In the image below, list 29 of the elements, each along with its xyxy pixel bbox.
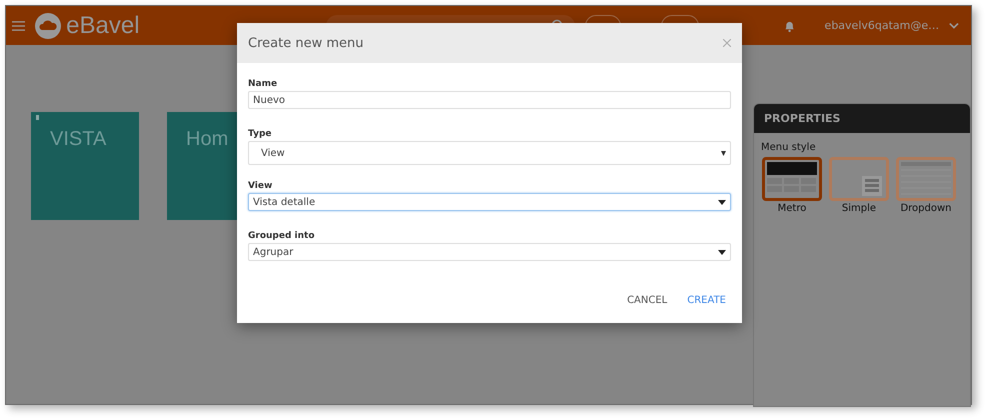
field-label: Name [248,79,278,89]
chevron-down-icon[interactable] [949,22,959,30]
caret-icon [718,250,726,254]
style-thumbnail[interactable] [829,157,889,201]
app-logo: eBavel [66,12,140,40]
select-field[interactable]: Vista detalle [248,193,731,211]
style-label: Dropdown [900,203,952,214]
cloud-logo-icon [35,12,62,38]
cancel-button[interactable]: CANCEL [621,293,674,308]
select-field[interactable]: View [248,141,731,165]
menu-icon[interactable] [12,20,26,32]
panel-title: PROPERTIES [754,104,970,133]
style-thumbnail[interactable] [762,157,822,201]
close-icon[interactable] [723,39,731,47]
caret-icon [718,200,726,204]
input-field[interactable]: Nuevo [248,91,731,109]
create-button[interactable]: CREATE [681,293,732,308]
style-label: Metro [778,203,806,214]
field-label: Grouped into [248,231,316,241]
caret-icon [721,150,726,156]
dialog-title: Create new menu [248,36,364,50]
field-label: View [248,181,274,191]
style-thumbnail[interactable] [896,157,956,201]
section-label: Menu style [760,141,817,155]
tile-label: Hom [186,128,228,152]
field-label: Type [248,129,272,139]
style-label: Simple [842,203,876,214]
tile-label: VISTA [50,128,106,152]
select-field[interactable]: Agrupar [248,243,731,261]
